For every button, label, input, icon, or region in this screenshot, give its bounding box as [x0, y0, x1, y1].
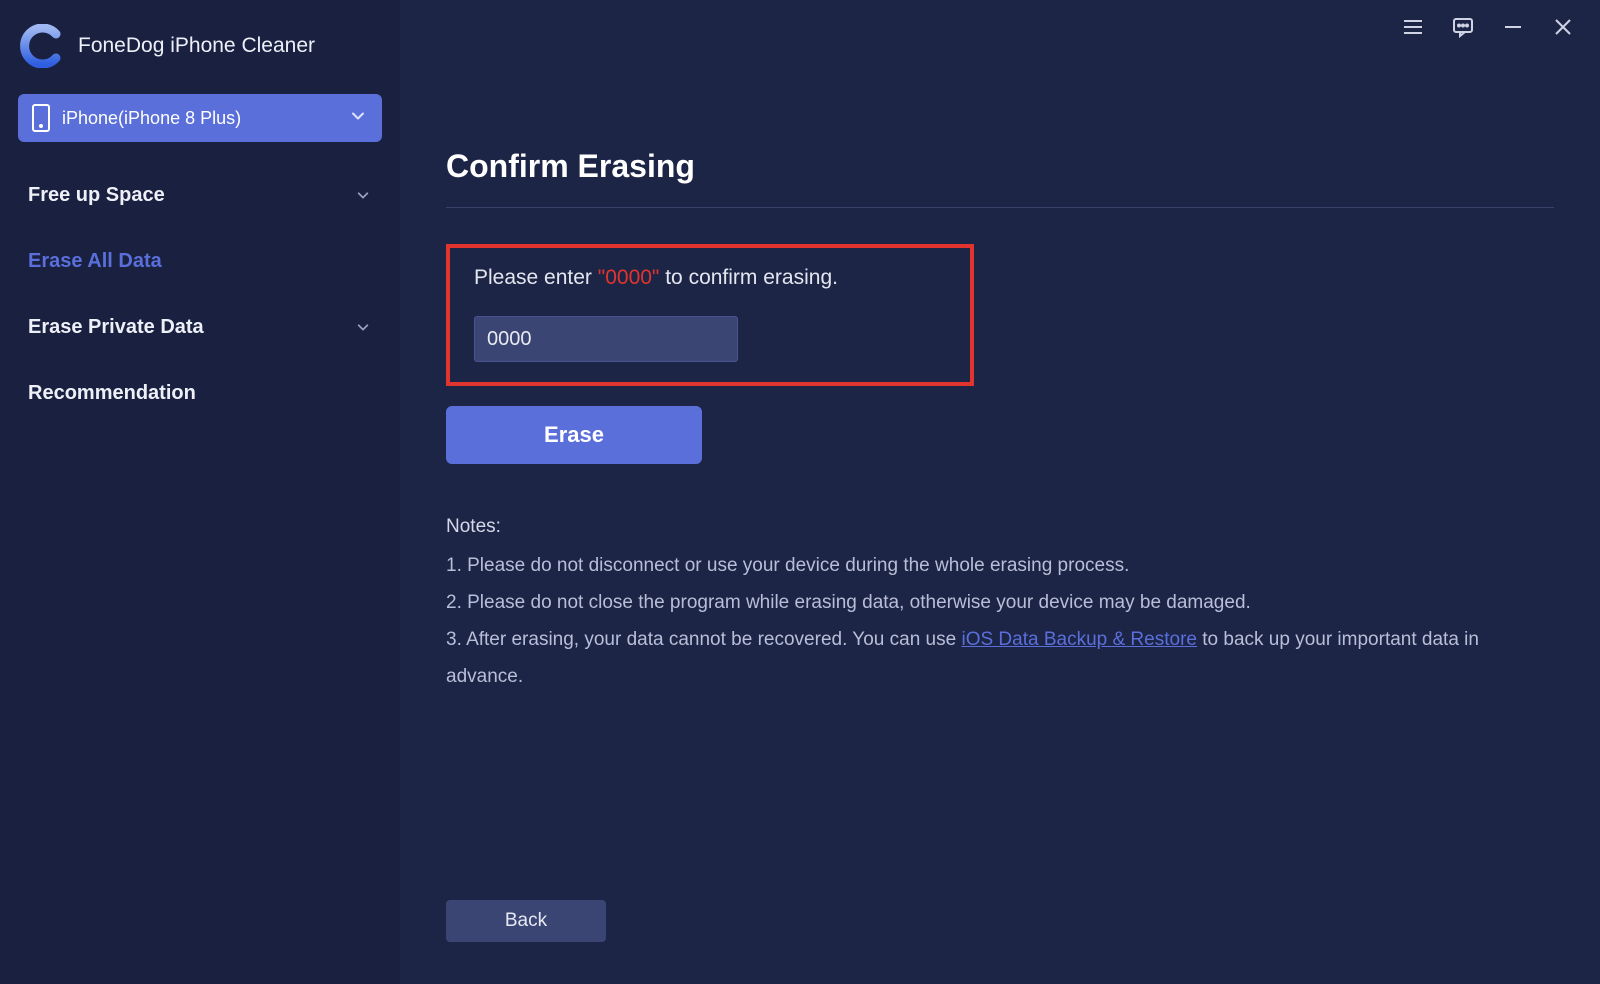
chevron-down-icon — [350, 108, 366, 129]
sidebar-item-erase-private-data[interactable]: Erase Private Data — [18, 294, 382, 360]
chevron-down-icon — [356, 320, 370, 334]
sidebar-item-label: Recommendation — [28, 382, 196, 405]
phone-icon — [32, 104, 50, 132]
chevron-down-icon — [356, 188, 370, 202]
note-2: 2. Please do not close the program while… — [446, 584, 1486, 621]
confirm-highlight-box: Please enter "0000" to confirm erasing. — [446, 244, 974, 386]
sidebar-item-free-up-space[interactable]: Free up Space — [18, 162, 382, 228]
sidebar-item-label: Free up Space — [28, 184, 165, 207]
page-title: Confirm Erasing — [446, 0, 1554, 207]
sidebar-item-label: Erase All Data — [28, 250, 162, 273]
sidebar: FoneDog iPhone Cleaner iPhone(iPhone 8 P… — [0, 0, 400, 984]
minimize-icon[interactable] — [1500, 14, 1526, 40]
divider — [446, 207, 1554, 208]
back-button[interactable]: Back — [446, 900, 606, 942]
prompt-code: "0000" — [598, 266, 660, 289]
confirm-code-input[interactable] — [474, 316, 738, 362]
note-1: 1. Please do not disconnect or use your … — [446, 547, 1486, 584]
brand-logo-icon — [20, 24, 64, 68]
erase-button-label: Erase — [544, 422, 604, 448]
sidebar-item-label: Erase Private Data — [28, 316, 204, 339]
back-button-label: Back — [505, 910, 547, 931]
prompt-post: to confirm erasing. — [659, 266, 838, 289]
erase-button[interactable]: Erase — [446, 406, 702, 464]
prompt-pre: Please enter — [474, 266, 598, 289]
close-icon[interactable] — [1550, 14, 1576, 40]
feedback-icon[interactable] — [1450, 14, 1476, 40]
device-selector[interactable]: iPhone(iPhone 8 Plus) — [18, 94, 382, 142]
notes-title: Notes: — [446, 508, 1486, 545]
device-label: iPhone(iPhone 8 Plus) — [62, 108, 241, 129]
menu-icon[interactable] — [1400, 14, 1426, 40]
note-3: 3. After erasing, your data cannot be re… — [446, 621, 1486, 695]
note-3-pre: 3. After erasing, your data cannot be re… — [446, 629, 961, 650]
notes-section: Notes: 1. Please do not disconnect or us… — [446, 508, 1486, 695]
backup-restore-link[interactable]: iOS Data Backup & Restore — [961, 629, 1197, 650]
confirm-prompt: Please enter "0000" to confirm erasing. — [474, 266, 946, 290]
sidebar-item-erase-all-data[interactable]: Erase All Data — [18, 228, 382, 294]
titlebar — [1400, 14, 1576, 40]
brand-title: FoneDog iPhone Cleaner — [78, 34, 315, 58]
brand: FoneDog iPhone Cleaner — [18, 18, 382, 94]
main-content: Confirm Erasing Please enter "0000" to c… — [400, 0, 1600, 984]
sidebar-item-recommendation[interactable]: Recommendation — [18, 360, 382, 426]
